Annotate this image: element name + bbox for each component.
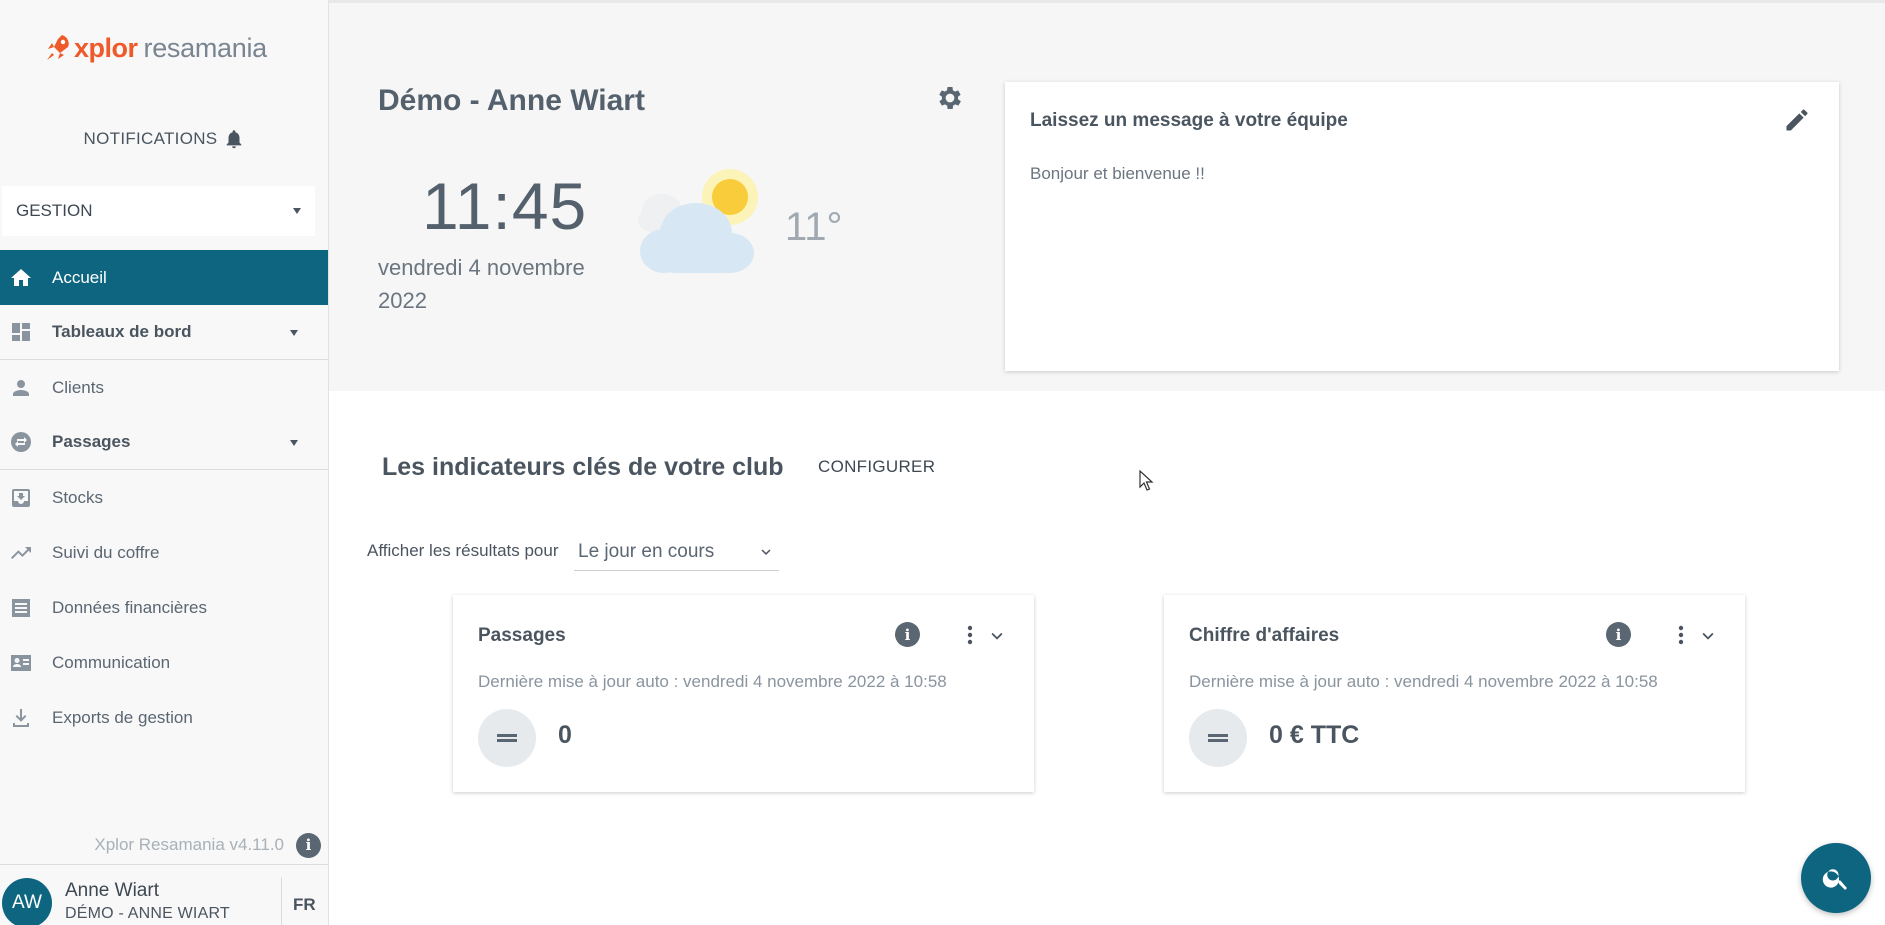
language-switch[interactable]: FR (293, 895, 316, 915)
search-button[interactable] (1801, 843, 1871, 913)
inbox-download-icon (8, 485, 34, 511)
sidebar-item-label: Exports de gestion (52, 707, 193, 727)
home-icon (8, 265, 34, 291)
equals-icon (1189, 709, 1247, 767)
notifications-label: NOTIFICATIONS (83, 129, 218, 148)
partly-cloudy-icon (638, 169, 758, 273)
receipt-icon (8, 595, 34, 621)
configure-button[interactable]: CONFIGURER (818, 457, 935, 477)
sidebar-item-clients[interactable]: Clients (0, 360, 328, 415)
person-icon (8, 375, 34, 401)
team-message-text: Bonjour et bienvenue !! (1030, 164, 1205, 183)
sidebar-item-stocks[interactable]: Stocks (0, 470, 328, 525)
sidebar-item-label: Communication (52, 652, 171, 672)
kpi-card-value: 0 (558, 721, 572, 749)
kpi-card-updated: Dernière mise à jour auto : vendredi 4 n… (478, 672, 947, 691)
clock-date: vendredi 4 novembre 2022 (378, 255, 585, 313)
caret-down-icon (290, 440, 298, 446)
brand-logo[interactable]: xplor resamania (44, 28, 267, 68)
more-vertical-icon[interactable] (958, 623, 982, 647)
chevron-down-icon (761, 548, 771, 555)
kpi-card-title: Passages (478, 625, 566, 646)
rocket-icon (47, 35, 69, 60)
pencil-icon[interactable] (1783, 106, 1811, 134)
period-select[interactable]: Le jour en cours (574, 533, 779, 571)
caret-down-icon (293, 208, 301, 214)
avatar[interactable]: AW (2, 878, 52, 925)
sidebar-item-passages[interactable]: Passages (0, 415, 328, 470)
clock-time: 11:45 (422, 169, 588, 243)
chevron-down-icon[interactable] (1697, 625, 1719, 647)
info-icon[interactable]: i (296, 832, 321, 858)
user-name: Anne Wiart (65, 880, 159, 901)
brand-name-primary: xplor (74, 32, 138, 63)
team-message-card: Laissez un message à votre équipe Bonjou… (1005, 82, 1839, 371)
caret-down-icon (290, 330, 298, 336)
section-select[interactable]: GESTION (2, 186, 315, 236)
chevron-down-icon[interactable] (986, 625, 1008, 647)
sidebar-nav: Accueil Tableaux de bord Clients Passage… (0, 250, 328, 745)
kpi-card-value: 0 € TTC (1269, 721, 1360, 749)
dashboard-icon (8, 319, 34, 345)
info-icon[interactable]: i (895, 622, 920, 647)
sidebar-item-label: Clients (52, 377, 104, 397)
sidebar-item-label: Suivi du coffre (52, 542, 160, 562)
sidebar-item-label: Tableaux de bord (52, 322, 192, 341)
kpi-card-chiffre-affaires: Chiffre d'affaires i Dernière mise à jou… (1164, 595, 1745, 792)
gear-icon[interactable] (935, 83, 965, 113)
contact-card-icon (8, 650, 34, 676)
kpi-section-title: Les indicateurs clés de votre club (382, 453, 784, 481)
sidebar: xplor resamania NOTIFICATIONS GESTION Ac… (0, 0, 329, 925)
version-text: Xplor Resamania v4.11.0 (94, 835, 284, 854)
notifications-button[interactable]: NOTIFICATIONS (0, 124, 329, 154)
section-select-value: GESTION (16, 201, 93, 220)
sidebar-item-suivi-du-coffre[interactable]: Suivi du coffre (0, 525, 328, 580)
sidebar-item-accueil[interactable]: Accueil (0, 250, 328, 305)
period-filter-label: Afficher les résultats pour (367, 541, 559, 560)
divider (281, 877, 282, 925)
sidebar-item-communication[interactable]: Communication (0, 635, 328, 690)
sidebar-item-label: Accueil (52, 267, 107, 287)
temperature: 11° (785, 205, 843, 249)
user-panel[interactable]: AW Anne Wiart DÉMO - ANNE WIART FR (0, 864, 329, 925)
period-select-value: Le jour en cours (578, 540, 715, 562)
mouse-cursor-icon (1139, 470, 1154, 491)
app-root: xplor resamania NOTIFICATIONS GESTION Ac… (0, 0, 1885, 925)
sidebar-item-donnees-financieres[interactable]: Données financières (0, 580, 328, 635)
app-version: Xplor Resamania v4.11.0 i (0, 832, 329, 858)
sidebar-item-exports-de-gestion[interactable]: Exports de gestion (0, 690, 328, 745)
page-title: Démo - Anne Wiart (378, 84, 645, 117)
swap-icon (8, 429, 34, 455)
bell-icon (227, 130, 242, 149)
kpi-card-passages: Passages i Dernière mise à jour auto : v… (453, 595, 1034, 792)
sidebar-item-tableaux-de-bord[interactable]: Tableaux de bord (0, 305, 328, 360)
sidebar-item-label: Stocks (52, 487, 104, 507)
kpi-card-updated: Dernière mise à jour auto : vendredi 4 n… (1189, 672, 1658, 691)
sidebar-item-label: Passages (52, 432, 131, 451)
download-icon (8, 705, 34, 731)
trending-up-icon (8, 540, 34, 566)
kpi-card-title: Chiffre d'affaires (1189, 625, 1340, 646)
more-vertical-icon[interactable] (1669, 623, 1693, 647)
sidebar-item-label: Données financières (52, 597, 207, 617)
team-message-title: Laissez un message à votre équipe (1030, 110, 1348, 131)
brand-name-secondary: resamania (143, 32, 268, 63)
search-icon (1822, 869, 1847, 890)
user-club: DÉMO - ANNE WIART (65, 905, 230, 922)
info-icon[interactable]: i (1606, 622, 1631, 647)
equals-icon (478, 709, 536, 767)
